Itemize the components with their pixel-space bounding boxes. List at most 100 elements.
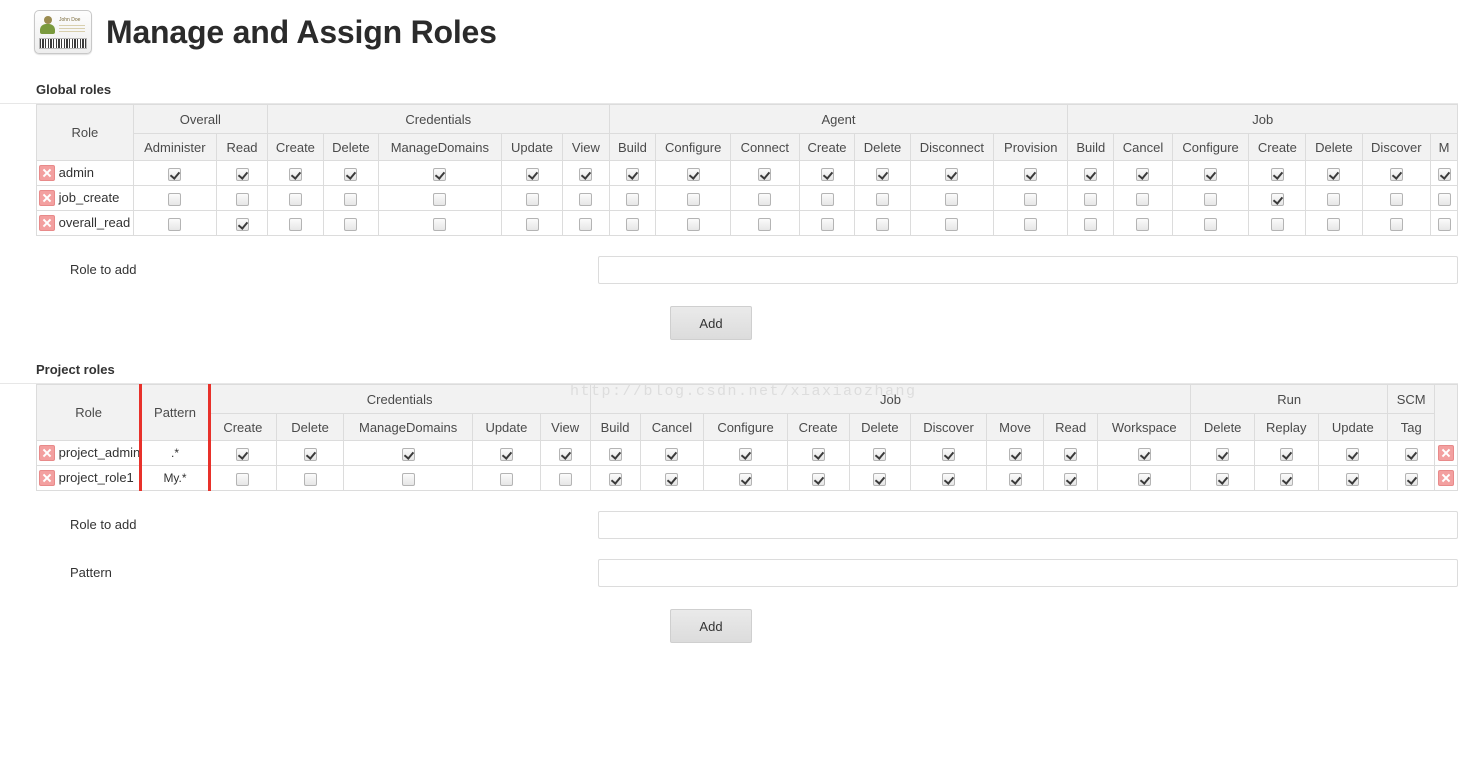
permission-cell[interactable] [909, 210, 995, 236]
permission-cell[interactable] [655, 160, 731, 186]
checkbox-run-delete[interactable] [1216, 472, 1230, 486]
permission-cell[interactable] [267, 185, 324, 211]
checkbox-credentials-view[interactable] [558, 447, 572, 461]
global-add-role-button[interactable]: Add [670, 306, 752, 340]
permission-cell[interactable] [1248, 160, 1307, 186]
checkbox-agent-disconnect[interactable] [945, 167, 959, 181]
checkbox-job-discover[interactable] [1389, 192, 1403, 206]
checkbox-credentials-managedomains[interactable] [433, 167, 447, 181]
permission-cell[interactable] [1253, 465, 1319, 491]
checkbox-credentials-view[interactable] [558, 472, 572, 486]
checkbox-agent-disconnect[interactable] [945, 192, 959, 206]
checkbox-overall-administer[interactable] [168, 217, 182, 231]
checkbox-job-delete[interactable] [1327, 217, 1341, 231]
checkbox-agent-create[interactable] [820, 217, 834, 231]
permission-cell[interactable] [729, 160, 800, 186]
permission-cell[interactable] [1190, 440, 1255, 466]
permission-cell[interactable] [216, 185, 268, 211]
checkbox-job-cancel[interactable] [1136, 167, 1150, 181]
permission-cell[interactable] [1171, 160, 1250, 186]
checkbox-agent-connect[interactable] [758, 217, 772, 231]
checkbox-credentials-managedomains[interactable] [401, 472, 415, 486]
permission-cell[interactable] [589, 465, 641, 491]
checkbox-job-build[interactable] [1084, 192, 1098, 206]
permission-cell[interactable] [608, 185, 657, 211]
permission-cell[interactable] [322, 160, 379, 186]
permission-cell[interactable] [216, 160, 268, 186]
permission-cell[interactable] [1253, 440, 1319, 466]
checkbox-run-update[interactable] [1346, 447, 1360, 461]
pattern-cell[interactable]: .* [140, 440, 210, 466]
checkbox-agent-connect[interactable] [758, 167, 772, 181]
checkbox-overall-read[interactable] [235, 167, 249, 181]
permission-cell[interactable] [1361, 210, 1432, 236]
permission-cell[interactable] [472, 465, 541, 491]
permission-cell[interactable] [608, 160, 657, 186]
permission-cell[interactable] [1097, 465, 1192, 491]
permission-cell[interactable] [562, 185, 610, 211]
permission-cell[interactable] [993, 160, 1069, 186]
permission-cell[interactable] [1043, 465, 1099, 491]
checkbox-job-build[interactable] [1084, 217, 1098, 231]
permission-cell[interactable] [267, 160, 324, 186]
permission-cell[interactable] [1067, 185, 1115, 211]
checkbox-scm-tag[interactable] [1404, 447, 1418, 461]
permission-cell[interactable] [909, 160, 995, 186]
checkbox-credentials-create[interactable] [288, 192, 302, 206]
delete-role-icon[interactable] [39, 470, 55, 487]
permission-cell[interactable] [655, 210, 731, 236]
permission-cell[interactable] [909, 185, 995, 211]
permission-cell[interactable] [1248, 210, 1307, 236]
permission-cell[interactable] [639, 465, 705, 491]
checkbox-job-build[interactable] [608, 472, 622, 486]
checkbox-job-cancel[interactable] [1136, 217, 1150, 231]
permission-cell[interactable] [343, 465, 474, 491]
checkbox-job-discover[interactable] [1389, 167, 1403, 181]
checkbox-job-create[interactable] [1270, 217, 1284, 231]
permission-cell[interactable] [589, 440, 641, 466]
permission-cell[interactable] [500, 210, 564, 236]
checkbox-overall-administer[interactable] [168, 192, 182, 206]
checkbox-overall-read[interactable] [235, 192, 249, 206]
permission-cell[interactable] [1305, 160, 1363, 186]
checkbox-credentials-delete[interactable] [303, 472, 317, 486]
checkbox-agent-build[interactable] [625, 167, 639, 181]
permission-cell[interactable] [1430, 185, 1458, 211]
checkbox-job-configure[interactable] [739, 447, 752, 461]
permission-cell[interactable] [1248, 185, 1307, 211]
checkbox-overall-read[interactable] [235, 217, 249, 231]
checkbox-credentials-create[interactable] [288, 167, 302, 181]
checkbox-job-delete[interactable] [1327, 192, 1341, 206]
permission-cell[interactable] [267, 210, 324, 236]
checkbox-credentials-view[interactable] [579, 167, 593, 181]
permission-cell[interactable] [562, 210, 610, 236]
permission-cell[interactable] [985, 440, 1045, 466]
permission-cell[interactable] [562, 160, 610, 186]
permission-cell[interactable] [854, 160, 911, 186]
permission-cell[interactable] [275, 465, 345, 491]
permission-cell[interactable] [132, 210, 218, 236]
permission-cell[interactable] [985, 465, 1045, 491]
permission-cell[interactable] [1097, 440, 1192, 466]
permission-cell[interactable] [786, 440, 850, 466]
permission-cell[interactable] [472, 440, 541, 466]
permission-cell[interactable] [500, 160, 564, 186]
checkbox-agent-create[interactable] [820, 167, 834, 181]
checkbox-job-create[interactable] [811, 447, 825, 461]
checkbox-credentials-update[interactable] [525, 167, 539, 181]
permission-cell[interactable] [377, 160, 502, 186]
checkbox-credentials-update[interactable] [499, 472, 513, 486]
permission-cell[interactable] [1361, 185, 1432, 211]
checkbox-job-workspace[interactable] [1137, 472, 1151, 486]
checkbox-job-build[interactable] [608, 447, 622, 461]
permission-cell[interactable] [655, 185, 731, 211]
permission-cell[interactable] [1430, 160, 1458, 186]
project-pattern-input[interactable] [598, 559, 1458, 587]
checkbox-job-configure[interactable] [1204, 167, 1218, 181]
permission-cell[interactable] [1171, 185, 1250, 211]
row-delete-cell[interactable] [1434, 440, 1458, 466]
checkbox-credentials-delete[interactable] [344, 192, 358, 206]
permission-cell[interactable] [910, 440, 987, 466]
permission-cell[interactable] [729, 210, 800, 236]
permission-cell[interactable] [500, 185, 564, 211]
